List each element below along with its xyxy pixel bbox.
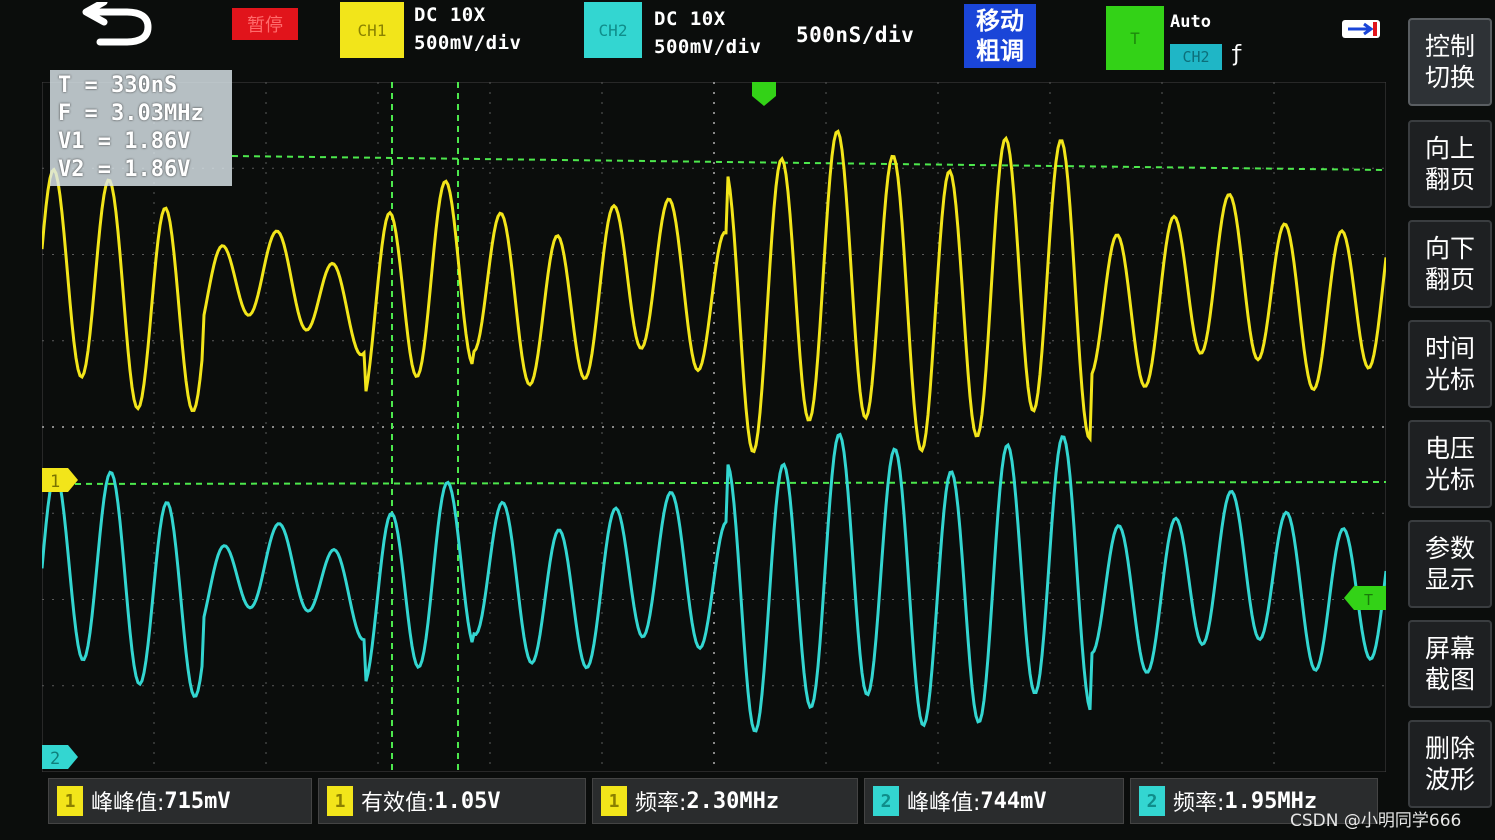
- watermark: CSDN @小明同学666: [1290, 811, 1462, 831]
- ch1-chip[interactable]: CH1: [340, 2, 404, 58]
- waveform-display[interactable]: 1 2 T: [42, 82, 1386, 772]
- side-btn-label: 向下: [1424, 234, 1475, 263]
- trigger-chip[interactable]: T: [1106, 6, 1164, 70]
- side-btn-label: 控制: [1424, 32, 1475, 61]
- measurement-label: 有效值:: [361, 791, 435, 816]
- move-mode-line1: 移动: [976, 7, 1024, 35]
- side-btn-label: 光标: [1424, 465, 1475, 494]
- rising-edge-icon[interactable]: ƒ: [1230, 42, 1243, 67]
- cursor-v1: V1 = 1.86V: [58, 129, 191, 154]
- side-btn-control-switch[interactable]: 控制 切换: [1408, 18, 1492, 106]
- channel-tag: 1: [57, 786, 83, 816]
- measurement-label: 频率:: [635, 791, 687, 816]
- side-btn-label: 向上: [1424, 134, 1475, 163]
- ch1-scale: 500mV/div: [414, 32, 522, 54]
- ch2-marker-label: 2: [50, 749, 60, 769]
- ch1-coupling: DC 10X: [414, 4, 486, 26]
- measurement-ch1-freq[interactable]: 1 频率: 2.30MHz: [592, 778, 858, 824]
- side-btn-label: 屏幕: [1424, 634, 1475, 663]
- ch2-chip[interactable]: CH2: [584, 2, 642, 58]
- side-btn-voltage-cursor[interactable]: 电压 光标: [1408, 420, 1492, 508]
- channel-tag: 1: [601, 786, 627, 816]
- measurement-ch1-vpp[interactable]: 1 峰峰值: 715mV: [48, 778, 312, 824]
- side-btn-delete-waveform[interactable]: 删除 波形: [1408, 720, 1492, 808]
- back-icon[interactable]: [78, 0, 160, 48]
- ch2-scale: 500mV/div: [654, 36, 762, 58]
- exit-icon[interactable]: [1340, 16, 1384, 42]
- measurement-value: 744mV: [980, 788, 1047, 814]
- side-btn-page-down[interactable]: 向下 翻页: [1408, 220, 1492, 308]
- side-btn-time-cursor[interactable]: 时间 光标: [1408, 320, 1492, 408]
- measurement-ch2-vpp[interactable]: 2 峰峰值: 744mV: [864, 778, 1124, 824]
- side-btn-label: 显示: [1424, 565, 1475, 594]
- measurement-label: 频率:: [1173, 791, 1225, 816]
- side-btn-label: 电压: [1424, 434, 1475, 463]
- trigger-source[interactable]: CH2: [1170, 44, 1222, 70]
- trigger-mode[interactable]: Auto: [1170, 12, 1211, 32]
- side-btn-screenshot[interactable]: 屏幕 截图: [1408, 620, 1492, 708]
- measurement-value: 2.30MHz: [686, 788, 780, 814]
- side-btn-label: 删除: [1424, 734, 1475, 763]
- cursor-v2: V2 = 1.86V: [58, 157, 191, 182]
- measurement-value: 1.05V: [434, 788, 501, 814]
- trigger-level-label: T: [1364, 591, 1373, 609]
- side-btn-label: 翻页: [1424, 165, 1475, 194]
- channel-tag: 1: [327, 786, 353, 816]
- measurement-ch1-rms[interactable]: 1 有效值: 1.05V: [318, 778, 586, 824]
- cursor-delta-time: T = 330nS: [58, 73, 178, 98]
- ch1-marker-label: 1: [50, 472, 60, 492]
- side-btn-label: 切换: [1424, 63, 1475, 92]
- timebase[interactable]: 500nS/div: [796, 22, 914, 48]
- side-btn-param-display[interactable]: 参数 显示: [1408, 520, 1492, 608]
- side-btn-label: 时间: [1424, 334, 1475, 363]
- side-btn-label: 截图: [1424, 665, 1475, 694]
- side-btn-label: 翻页: [1424, 265, 1475, 294]
- measurement-value: 715mV: [164, 788, 231, 814]
- move-mode-button[interactable]: 移动 粗调: [964, 4, 1036, 68]
- pause-button[interactable]: 暂停: [232, 8, 298, 40]
- side-btn-label: 光标: [1424, 365, 1475, 394]
- cursor-readout: T = 330nS F = 3.03MHz V1 = 1.86V V2 = 1.…: [50, 70, 232, 186]
- ch2-coupling: DC 10X: [654, 8, 726, 30]
- channel-tag: 2: [1139, 786, 1165, 816]
- side-btn-label: 波形: [1424, 765, 1475, 794]
- measurement-label: 峰峰值:: [907, 791, 981, 816]
- channel-tag: 2: [873, 786, 899, 816]
- cursor-frequency: F = 3.03MHz: [58, 101, 204, 126]
- measurement-label: 峰峰值:: [91, 791, 165, 816]
- side-btn-label: 参数: [1424, 534, 1475, 563]
- move-mode-line2: 粗调: [976, 37, 1024, 65]
- side-btn-page-up[interactable]: 向上 翻页: [1408, 120, 1492, 208]
